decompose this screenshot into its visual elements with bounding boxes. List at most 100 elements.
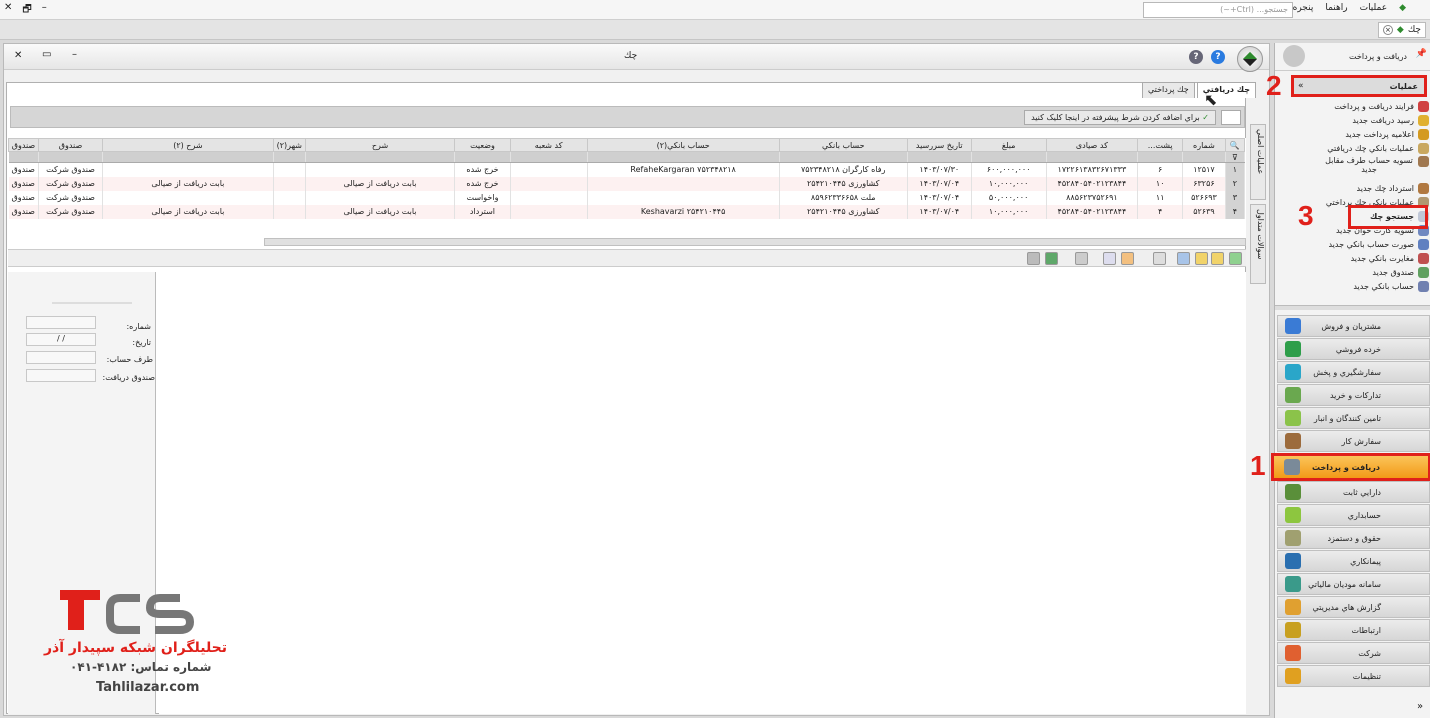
col-bank-account-2[interactable]: حساب بانكي(۲) xyxy=(586,138,780,152)
tab-main-operations[interactable]: عمليات اصلي xyxy=(1250,124,1266,200)
company-watermark: تحلیلگران شبکه سپیدار آذر شماره تماس: ۴۱… xyxy=(30,588,230,698)
module-item-receive-pay[interactable]: دريافت و پرداخت xyxy=(1271,453,1430,481)
number-field[interactable] xyxy=(26,316,96,329)
col-number[interactable]: شماره xyxy=(1182,138,1226,152)
filter-box[interactable] xyxy=(1221,110,1241,125)
filter-icon[interactable] xyxy=(1211,252,1224,265)
module-item[interactable]: خرده فروشي xyxy=(1277,338,1430,360)
group-icon[interactable] xyxy=(1121,252,1134,265)
op-item[interactable]: مغايرت بانكي جديد xyxy=(1279,252,1429,265)
module-item[interactable]: دارايي ثابت xyxy=(1277,481,1430,503)
col-status[interactable]: وضعیت xyxy=(454,138,511,152)
grid-horizontal-scrollbar[interactable] xyxy=(264,238,1246,246)
restore-icon[interactable]: 🗗 xyxy=(22,2,31,19)
bank-account-icon xyxy=(1418,281,1429,292)
cashbox-icon xyxy=(1418,267,1429,278)
help-icon[interactable]: ? xyxy=(1211,50,1225,64)
panel-splitter[interactable] xyxy=(1275,305,1430,310)
op-item[interactable]: استرداد چك جديد xyxy=(1279,182,1429,195)
col-cashbox[interactable]: صندوق xyxy=(37,138,104,152)
module-item[interactable]: تداركات و خريد xyxy=(1277,384,1430,406)
module-item[interactable]: حسابداري xyxy=(1277,504,1430,526)
refresh-icon[interactable] xyxy=(1229,252,1242,265)
export-icon[interactable] xyxy=(1027,252,1040,265)
maximize-icon[interactable]: ▭ xyxy=(42,49,51,60)
module-item[interactable]: سفارش كار xyxy=(1277,430,1430,452)
table-row[interactable]: ۴ ۵۲۶۳۹ ۴ ۴۵۲۸۴۰۵۴۰۲۱۲۳۸۴۴ ۱۰,۰۰۰,۰۰۰ ۱۴… xyxy=(8,204,1246,219)
col-branch-code[interactable]: کد شعبه xyxy=(509,138,588,152)
doc-tab-check[interactable]: چك ◆ × xyxy=(1377,22,1426,38)
grid-filter-row[interactable]: ⊽ xyxy=(8,151,1246,163)
filter-icon[interactable]: ⊽ xyxy=(1225,151,1246,163)
side-tabs: عمليات اصلي سوالات متداول xyxy=(1248,124,1268,334)
module-item[interactable]: گزارش هاي مديريتي xyxy=(1277,596,1430,618)
operations-header[interactable]: « عمليات xyxy=(1291,75,1427,97)
op-item[interactable]: رسيد دريافت جديد xyxy=(1279,114,1429,127)
module-item[interactable]: پيمانكاري xyxy=(1277,550,1430,572)
menu-operations[interactable]: عملیات xyxy=(1360,3,1387,13)
col-sayadi[interactable]: کد صیادی xyxy=(1045,138,1139,152)
op-item[interactable]: تسويه حساب طرف مقابل جديد xyxy=(1279,156,1429,180)
info-icon[interactable]: ? xyxy=(1189,50,1203,64)
advanced-filter-bar[interactable]: ✓ براي اضافه كردن شرط پيشرفته در اينجا ك… xyxy=(10,106,1245,128)
col-description-2[interactable]: شرح (۲) xyxy=(102,138,274,152)
print-icon[interactable] xyxy=(1075,252,1088,265)
menu-window[interactable]: پنجره xyxy=(1293,3,1314,13)
col-due-date[interactable]: تاريخ سررسيد xyxy=(906,138,972,152)
op-item[interactable]: صورت حساب بانكي جديد xyxy=(1279,238,1429,251)
layout-icon[interactable] xyxy=(1103,252,1116,265)
col-description[interactable]: شرح xyxy=(304,138,456,152)
table-row[interactable]: ۱ ۱۲۵۱۷ ۶ ۱۷۲۲۶۱۳۸۳۲۶۷۱۳۳۳ ۶۰۰,۰۰۰,۰۰۰ ۱… xyxy=(8,162,1246,177)
op-item[interactable]: اعلاميه پرداخت جديد xyxy=(1279,128,1429,141)
party-field[interactable] xyxy=(26,351,96,364)
minimize-icon[interactable]: – xyxy=(72,49,77,60)
advanced-filter-button[interactable]: ✓ براي اضافه كردن شرط پيشرفته در اينجا ك… xyxy=(1024,110,1216,125)
module-icon xyxy=(1285,530,1301,546)
op-item[interactable]: فرايند دريافت و پرداخت xyxy=(1279,100,1429,113)
module-item[interactable]: ارتباطات xyxy=(1277,619,1430,641)
close-icon[interactable]: ✕ xyxy=(14,50,22,61)
date-field[interactable]: / / xyxy=(26,333,96,346)
col-amount[interactable]: مبلغ xyxy=(970,138,1047,152)
module-item[interactable]: تنظيمات xyxy=(1277,665,1430,687)
close-icon[interactable]: × xyxy=(1382,25,1393,35)
col-back[interactable]: پشت... xyxy=(1137,138,1184,152)
expand-icon[interactable]: » xyxy=(1417,701,1423,712)
col-city-2[interactable]: شهر(۲) xyxy=(272,138,306,152)
excel-icon[interactable] xyxy=(1045,252,1058,265)
close-icon[interactable]: ✕ xyxy=(4,2,12,19)
bank-check-icon xyxy=(1418,143,1429,154)
module-item[interactable]: مشتريان و فروش xyxy=(1277,315,1430,337)
module-icon xyxy=(1285,364,1301,380)
receipt-icon xyxy=(1418,115,1429,126)
table-row[interactable]: ۳ ۵۲۶۶۹۳ ۱۱ ۸۸۵۶۲۳۷۵۲۶۹۱ ۵۰,۰۰۰,۰۰۰ ۱۴۰۳… xyxy=(8,190,1246,205)
filter-toggle-icon[interactable] xyxy=(1195,252,1208,265)
table-row[interactable]: ۲ ۶۳۲۵۶ ۱۰ ۴۵۲۸۴۰۵۴۰۲۱۲۳۸۴۴ ۱۰,۰۰۰,۰۰۰ ۱… xyxy=(8,176,1246,191)
module-item[interactable]: شركت xyxy=(1277,642,1430,664)
op-item[interactable]: صندوق جديد xyxy=(1279,266,1429,279)
module-item[interactable]: تامين كنندگان و انبار xyxy=(1277,407,1430,429)
window-title: چك xyxy=(624,51,638,61)
panel-title: دريافت و پرداخت xyxy=(1349,52,1407,61)
sum-icon[interactable] xyxy=(1153,252,1166,265)
module-item[interactable]: سفارشگيري و پخش xyxy=(1277,361,1430,383)
columns-icon[interactable] xyxy=(1177,252,1190,265)
menu-help[interactable]: راهنما xyxy=(1325,3,1347,13)
col-cashbox-2[interactable]: صندوق xyxy=(8,138,39,152)
pin-icon[interactable]: 📌 xyxy=(1416,49,1427,59)
module-icon xyxy=(1284,459,1300,475)
search-input[interactable]: جستجو... (Ctrl+~) xyxy=(1143,2,1293,18)
minimize-icon[interactable]: – xyxy=(42,2,47,19)
col-bank-account[interactable]: حساب بانكي xyxy=(778,138,908,152)
module-item[interactable]: سامانه موديان مالياتي xyxy=(1277,573,1430,595)
cashbox-field[interactable] xyxy=(26,369,96,382)
collapse-icon[interactable]: « xyxy=(1298,81,1304,91)
module-item[interactable]: حقوق و دستمزد xyxy=(1277,527,1430,549)
payment-icon xyxy=(1418,129,1429,140)
op-item[interactable]: حساب بانكي جديد xyxy=(1279,280,1429,293)
op-item[interactable]: عمليات بانكي چك دريافتي xyxy=(1279,142,1429,155)
tab-faq[interactable]: سوالات متداول xyxy=(1250,204,1266,284)
watermark-title: تحلیلگران شبکه سپیدار آذر xyxy=(44,640,228,656)
tab-paid-checks[interactable]: چك پرداختي xyxy=(1142,82,1195,98)
search-icon[interactable]: 🔍 xyxy=(1224,138,1246,152)
